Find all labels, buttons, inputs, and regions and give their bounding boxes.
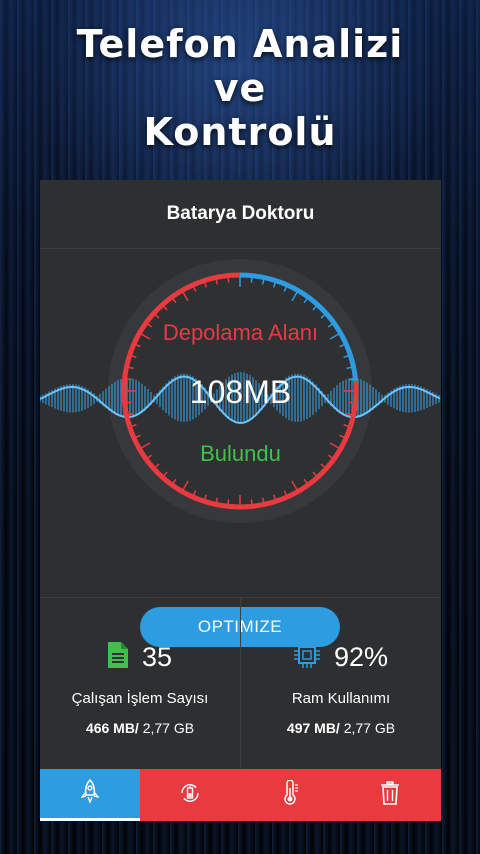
process-memory-used: 466 MB/ <box>85 720 139 736</box>
gauge-tick <box>346 412 352 416</box>
ram-memory-total: 2,77 GB <box>339 720 396 736</box>
ram-stat: 92% Ram Kullanımı 497 MB/ 2,77 GB <box>241 598 441 770</box>
gauge-tick <box>227 277 230 283</box>
gauge-tick <box>250 277 253 283</box>
thermometer-icon <box>281 778 299 811</box>
process-count: 35 <box>141 642 173 672</box>
ram-percent: 92% <box>333 642 389 672</box>
gauge-tick <box>261 497 265 503</box>
gauge-tick <box>227 499 230 505</box>
hero-title-line-1: Telefon Analizi <box>76 22 404 66</box>
bottom-nav <box>40 769 441 821</box>
rocket-icon <box>80 778 100 808</box>
trash-icon <box>380 780 400 810</box>
hero-title: Telefon Analizi ve Kontrolü <box>0 22 480 154</box>
gauge-tick <box>215 497 219 503</box>
app-title: Batarya Doktoru <box>166 203 315 224</box>
ram-memory: 497 MB/ 2,77 GB <box>241 720 441 736</box>
process-memory: 466 MB/ 2,77 GB <box>40 720 240 736</box>
nav-battery[interactable] <box>140 769 240 821</box>
ram-memory-used: 497 MB/ <box>286 720 340 736</box>
nav-temperature[interactable] <box>240 769 340 821</box>
stats-panel: 35 Çalışan İşlem Sayısı 466 MB/ 2,77 GB <box>40 597 441 770</box>
chip-icon <box>293 642 320 673</box>
process-memory-total: 2,77 GB <box>138 720 195 736</box>
process-label: Çalışan İşlem Sayısı <box>71 690 209 707</box>
app-header: Batarya Doktoru <box>40 180 441 249</box>
gauge-tick <box>128 412 134 416</box>
document-icon <box>107 642 128 673</box>
gauge-tick <box>128 366 134 370</box>
gauge-tick <box>250 499 253 505</box>
gauge-label-bottom: Bulundu <box>200 441 281 466</box>
hero-title-line-3: Kontrolü <box>143 110 337 154</box>
hero-title-line-2: ve <box>213 66 267 110</box>
gauge-tick <box>215 279 219 285</box>
gauge-graphic <box>40 259 441 523</box>
storage-gauge: Depolama Alanı 108MB Bulundu OPTIMIZE <box>40 248 441 647</box>
gauge-label-top: Depolama Alanı <box>162 320 319 345</box>
gauge-value: 108MB <box>189 374 292 410</box>
app-card: Batarya Doktoru Depolama Alanı 108MB Bul… <box>40 180 441 821</box>
gauge-tick <box>346 366 352 370</box>
nav-trash[interactable] <box>340 769 440 821</box>
battery-refresh-icon <box>178 781 202 810</box>
process-stat: 35 Çalışan İşlem Sayısı 466 MB/ 2,77 GB <box>40 598 241 770</box>
nav-rocket[interactable] <box>40 769 140 821</box>
gauge-tick <box>261 279 265 285</box>
ram-label: Ram Kullanımı <box>291 690 391 707</box>
